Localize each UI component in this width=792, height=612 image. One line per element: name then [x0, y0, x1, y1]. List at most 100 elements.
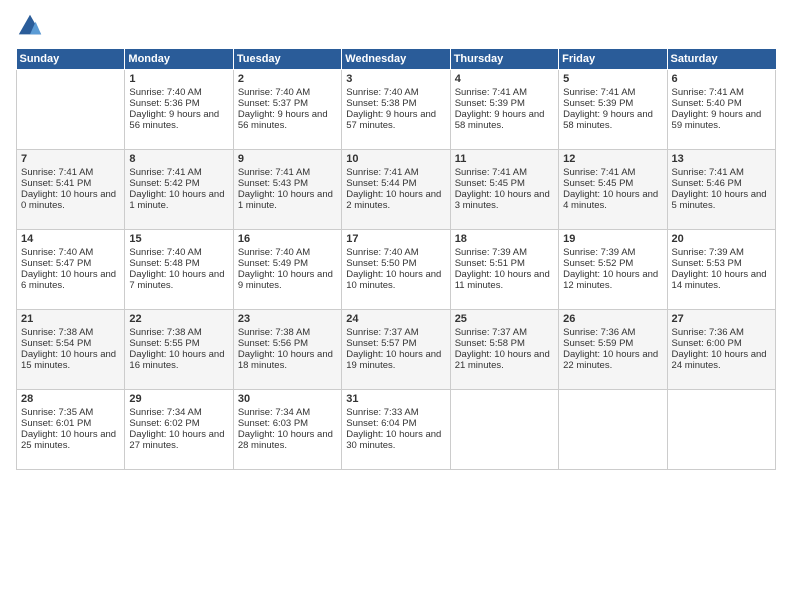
daylight-text: Daylight: 10 hours and 30 minutes.: [346, 429, 441, 451]
sunset-text: Sunset: 5:53 PM: [672, 258, 742, 269]
calendar-cell: 26Sunrise: 7:36 AMSunset: 5:59 PMDayligh…: [559, 310, 667, 390]
daylight-text: Daylight: 10 hours and 15 minutes.: [21, 349, 116, 371]
col-header-friday: Friday: [559, 49, 667, 70]
daylight-text: Daylight: 10 hours and 12 minutes.: [563, 269, 658, 291]
calendar-cell: [450, 390, 558, 470]
daylight-text: Daylight: 10 hours and 10 minutes.: [346, 269, 441, 291]
sunset-text: Sunset: 5:37 PM: [238, 98, 308, 109]
day-number: 19: [563, 233, 662, 245]
sunrise-text: Sunrise: 7:35 AM: [21, 407, 93, 418]
sunset-text: Sunset: 5:43 PM: [238, 178, 308, 189]
day-number: 2: [238, 73, 337, 85]
col-header-monday: Monday: [125, 49, 233, 70]
sunset-text: Sunset: 5:58 PM: [455, 338, 525, 349]
day-number: 6: [672, 73, 771, 85]
daylight-text: Daylight: 10 hours and 21 minutes.: [455, 349, 550, 371]
day-number: 25: [455, 313, 554, 325]
sunrise-text: Sunrise: 7:34 AM: [238, 407, 310, 418]
calendar-cell: 8Sunrise: 7:41 AMSunset: 5:42 PMDaylight…: [125, 150, 233, 230]
sunset-text: Sunset: 5:46 PM: [672, 178, 742, 189]
day-number: 22: [129, 313, 228, 325]
daylight-text: Daylight: 10 hours and 16 minutes.: [129, 349, 224, 371]
day-number: 13: [672, 153, 771, 165]
calendar-cell: 22Sunrise: 7:38 AMSunset: 5:55 PMDayligh…: [125, 310, 233, 390]
calendar-cell: 25 Sunrise: 7:37 AMSunset: 5:58 PMDayligh…: [450, 310, 558, 390]
sunset-text: Sunset: 5:47 PM: [21, 258, 91, 269]
sunrise-text: Sunrise: 7:40 AM: [346, 87, 418, 98]
col-header-saturday: Saturday: [667, 49, 775, 70]
sunset-text: Sunset: 5:51 PM: [455, 258, 525, 269]
calendar-cell: 7Sunrise: 7:41 AMSunset: 5:41 PMDaylight…: [17, 150, 125, 230]
sunrise-text: Sunrise: 7:40 AM: [129, 87, 201, 98]
sunset-text: Sunset: 5:44 PM: [346, 178, 416, 189]
daylight-text: Daylight: 10 hours and 1 minute.: [238, 189, 333, 211]
sunrise-text: Sunrise: 7:33 AM: [346, 407, 418, 418]
day-number: 11: [455, 153, 554, 165]
sunrise-text: Sunrise: 7:41 AM: [455, 167, 527, 178]
calendar-cell: 16Sunrise: 7:40 AMSunset: 5:49 PMDayligh…: [233, 230, 341, 310]
sunset-text: Sunset: 5:39 PM: [563, 98, 633, 109]
sunrise-text: Sunrise: 7:38 AM: [238, 327, 310, 338]
sunrise-text: Sunrise: 7:38 AM: [21, 327, 93, 338]
sunset-text: Sunset: 5:56 PM: [238, 338, 308, 349]
daylight-text: Daylight: 10 hours and 19 minutes.: [346, 349, 441, 371]
daylight-text: Daylight: 10 hours and 7 minutes.: [129, 269, 224, 291]
col-header-tuesday: Tuesday: [233, 49, 341, 70]
sunrise-text: Sunrise: 7:37 AM: [455, 327, 527, 338]
day-number: 27: [672, 313, 771, 325]
sunset-text: Sunset: 5:48 PM: [129, 258, 199, 269]
sunset-text: Sunset: 5:42 PM: [129, 178, 199, 189]
daylight-text: Daylight: 9 hours and 59 minutes.: [672, 109, 762, 131]
col-header-wednesday: Wednesday: [342, 49, 450, 70]
sunset-text: Sunset: 5:54 PM: [21, 338, 91, 349]
sunset-text: Sunset: 5:45 PM: [455, 178, 525, 189]
calendar-cell: 11 Sunrise: 7:41 AMSunset: 5:45 PMDayligh…: [450, 150, 558, 230]
calendar-cell: 10Sunrise: 7:41 AMSunset: 5:44 PMDayligh…: [342, 150, 450, 230]
sunrise-text: Sunrise: 7:41 AM: [563, 87, 635, 98]
daylight-text: Daylight: 10 hours and 6 minutes.: [21, 269, 116, 291]
sunrise-text: Sunrise: 7:41 AM: [672, 87, 744, 98]
col-header-thursday: Thursday: [450, 49, 558, 70]
calendar-cell: 18Sunrise: 7:39 AMSunset: 5:51 PMDayligh…: [450, 230, 558, 310]
day-number: 28: [21, 393, 120, 405]
sunrise-text: Sunrise: 7:41 AM: [455, 87, 527, 98]
day-number: 30: [238, 393, 337, 405]
calendar-cell: 28Sunrise: 7:35 AMSunset: 6:01 PMDayligh…: [17, 390, 125, 470]
daylight-text: Daylight: 10 hours and 24 minutes.: [672, 349, 767, 371]
logo-icon: [16, 12, 44, 40]
daylight-text: Daylight: 10 hours and 9 minutes.: [238, 269, 333, 291]
header-row: SundayMondayTuesdayWednesdayThursdayFrid…: [17, 49, 776, 70]
sunset-text: Sunset: 5:38 PM: [346, 98, 416, 109]
calendar-cell: 27Sunrise: 7:36 AMSunset: 6:00 PMDayligh…: [667, 310, 775, 390]
daylight-text: Daylight: 9 hours and 57 minutes.: [346, 109, 436, 131]
sunrise-text: Sunrise: 7:40 AM: [238, 247, 310, 258]
calendar-cell: 14Sunrise: 7:40 AMSunset: 5:47 PMDayligh…: [17, 230, 125, 310]
sunrise-text: Sunrise: 7:36 AM: [672, 327, 744, 338]
day-number: 21: [21, 313, 120, 325]
week-row-2: 7Sunrise: 7:41 AMSunset: 5:41 PMDaylight…: [17, 150, 776, 230]
calendar-table: SundayMondayTuesdayWednesdayThursdayFrid…: [16, 48, 776, 470]
daylight-text: Daylight: 10 hours and 1 minute.: [129, 189, 224, 211]
calendar-cell: 2Sunrise: 7:40 AMSunset: 5:37 PMDaylight…: [233, 70, 341, 150]
sunrise-text: Sunrise: 7:40 AM: [129, 247, 201, 258]
daylight-text: Daylight: 9 hours and 56 minutes.: [129, 109, 219, 131]
day-number: 15: [129, 233, 228, 245]
sunrise-text: Sunrise: 7:41 AM: [129, 167, 201, 178]
calendar-cell: [17, 70, 125, 150]
sunset-text: Sunset: 5:49 PM: [238, 258, 308, 269]
day-number: 10: [346, 153, 445, 165]
sunset-text: Sunset: 6:03 PM: [238, 418, 308, 429]
sunset-text: Sunset: 6:01 PM: [21, 418, 91, 429]
calendar-cell: 19Sunrise: 7:39 AMSunset: 5:52 PMDayligh…: [559, 230, 667, 310]
calendar-cell: 31Sunrise: 7:33 AMSunset: 6:04 PMDayligh…: [342, 390, 450, 470]
sunrise-text: Sunrise: 7:41 AM: [238, 167, 310, 178]
sunrise-text: Sunrise: 7:41 AM: [346, 167, 418, 178]
daylight-text: Daylight: 10 hours and 22 minutes.: [563, 349, 658, 371]
calendar-cell: 29Sunrise: 7:34 AMSunset: 6:02 PMDayligh…: [125, 390, 233, 470]
daylight-text: Daylight: 10 hours and 3 minutes.: [455, 189, 550, 211]
sunrise-text: Sunrise: 7:36 AM: [563, 327, 635, 338]
day-number: 14: [21, 233, 120, 245]
sunrise-text: Sunrise: 7:41 AM: [563, 167, 635, 178]
col-header-sunday: Sunday: [17, 49, 125, 70]
daylight-text: Daylight: 9 hours and 56 minutes.: [238, 109, 328, 131]
